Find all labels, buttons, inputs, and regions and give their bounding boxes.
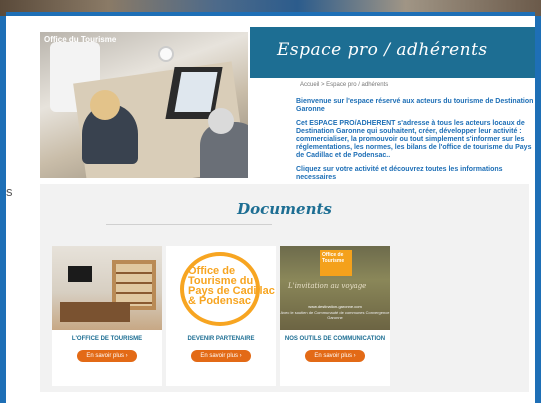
card-office-de-tourisme[interactable]: L'OFFICE DE TOURISME En savoir plus › — [52, 246, 162, 386]
office-interior-image[interactable] — [52, 246, 162, 330]
office-logo-watermark: Office du Tourisme — [44, 35, 117, 44]
welcome-paragraph: Bienvenue sur l'espace réservé aux acteu… — [296, 98, 534, 113]
card-devenir-partenaire[interactable]: Office de Tourisme du Pays de Cadillac &… — [166, 246, 276, 386]
hero-photo-meeting: Office du Tourisme — [34, 26, 254, 184]
documents-divider — [106, 224, 272, 225]
cut-off-text: s — [6, 184, 13, 199]
office-logo-text: Office de Tourisme du Pays de Cadillac &… — [188, 265, 275, 307]
brochure-cover-image[interactable]: Office de Tourisme L'invitation au voyag… — [280, 246, 390, 330]
documents-section: Documents L'OFFICE DE TOURISME En savoir… — [40, 184, 529, 392]
description-paragraph: Cet ESPACE PRO/ADHERENT s'adresse à tous… — [296, 120, 532, 159]
office-logo-image[interactable]: Office de Tourisme du Pays de Cadillac &… — [166, 246, 276, 330]
page-frame: s Office du Tourisme Espace pro / adhére… — [6, 12, 535, 403]
breadcrumb[interactable]: Accueil > Espace pro / adhérents — [300, 82, 388, 88]
brochure-sponsor: Avec le soutien de Communauté de commune… — [280, 310, 390, 320]
office-tag-logo: Office de Tourisme — [320, 250, 352, 276]
intro-text: Bienvenue sur l'espace réservé aux acteu… — [296, 98, 535, 188]
page-banner: Espace pro / adhérents — [250, 27, 535, 78]
cta-paragraph: Cliquez sur votre activité et découvrez … — [296, 166, 503, 181]
page-title: Espace pro / adhérents — [277, 40, 488, 60]
document-cards: L'OFFICE DE TOURISME En savoir plus › Of… — [52, 246, 390, 386]
card-title: DEVENIR PARTENAIRE — [187, 336, 255, 342]
documents-title: Documents — [237, 200, 332, 218]
meeting-photo-image: Office du Tourisme — [40, 32, 248, 178]
card-title: L'OFFICE DE TOURISME — [71, 336, 143, 342]
frame-top-border — [6, 12, 535, 16]
en-savoir-plus-button[interactable]: En savoir plus › — [305, 350, 365, 362]
card-title: NOS OUTILS DE COMMUNICATION — [284, 336, 386, 342]
brochure-tagline: L'invitation au voyage — [288, 282, 367, 290]
card-outils-communication[interactable]: Office de Tourisme L'invitation au voyag… — [280, 246, 390, 386]
en-savoir-plus-button[interactable]: En savoir plus › — [77, 350, 137, 362]
brochure-url: www.destination-garonne.com — [308, 304, 362, 309]
en-savoir-plus-button[interactable]: En savoir plus › — [191, 350, 251, 362]
